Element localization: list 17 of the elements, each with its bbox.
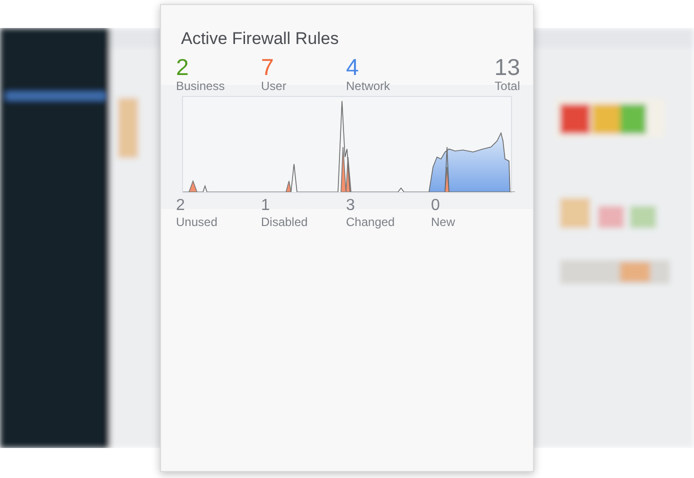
- stat-label: User: [261, 79, 286, 93]
- card-title: Active Firewall Rules: [181, 28, 339, 50]
- stat-label: Network: [346, 79, 390, 93]
- stat-label: Business: [176, 79, 225, 93]
- stat-label: Total: [494, 79, 520, 93]
- summary-label: Changed: [346, 215, 395, 229]
- stat-value: 4: [346, 55, 359, 79]
- summary-value: 1: [261, 197, 270, 215]
- stat-value: 7: [261, 55, 274, 79]
- summary-label: Disabled: [261, 215, 308, 229]
- summary-label: New: [431, 215, 456, 229]
- stat-value: 2: [176, 55, 189, 79]
- summary-value: 2: [176, 197, 185, 215]
- stat-value: 13: [494, 55, 520, 79]
- summary-value: 0: [431, 197, 440, 215]
- summary-value: 3: [346, 197, 355, 215]
- summary-label: Unused: [176, 215, 218, 229]
